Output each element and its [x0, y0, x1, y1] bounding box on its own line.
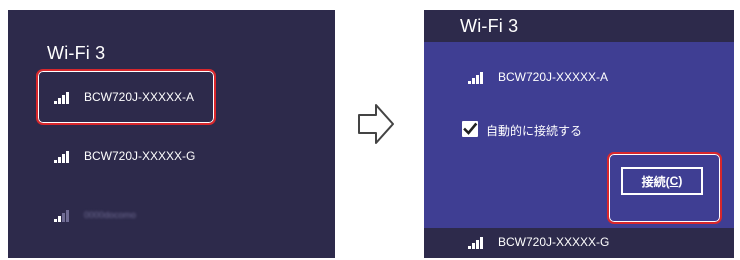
auto-connect-checkbox[interactable]: [462, 121, 478, 137]
wifi-list-panel-right: Wi-Fi 3 BCW720J-XXXXX-A 自動的に接続する 接続(C) B…: [424, 10, 734, 258]
wifi-signal-icon: [468, 235, 486, 249]
network-item-blurred[interactable]: 0000docomo: [54, 208, 136, 222]
network-name: BCW720J-XXXXX-A: [498, 70, 609, 84]
network-name-blurred: 0000docomo: [84, 210, 137, 220]
selected-network-row: BCW720J-XXXXX-A: [468, 70, 608, 84]
checkmark-icon: [463, 122, 478, 135]
wifi-list-panel-left: Wi-Fi 3 BCW720J-XXXXX-A BCW720J-XXXXX-G …: [8, 10, 335, 258]
network-item-g[interactable]: BCW720J-XXXXX-G: [54, 149, 195, 163]
selected-network-expanded[interactable]: BCW720J-XXXXX-A 自動的に接続する 接続(C): [424, 42, 734, 228]
auto-connect-label: 自動的に接続する: [486, 124, 583, 138]
wifi-signal-icon: [54, 149, 72, 163]
wifi-signal-weak-icon: [54, 208, 72, 222]
wifi-signal-icon: [468, 70, 486, 84]
network-name: BCW720J-XXXXX-G: [498, 235, 610, 249]
network-name: BCW720J-XXXXX-G: [84, 149, 196, 163]
network-item-g[interactable]: BCW720J-XXXXX-G: [468, 235, 609, 249]
wifi-section-title: Wi-Fi 3: [47, 43, 106, 63]
connect-button[interactable]: 接続(C): [621, 167, 703, 195]
right-arrow-icon: [357, 102, 395, 146]
wifi-section-title: Wi-Fi 3: [460, 16, 519, 36]
highlight-frame: [36, 69, 216, 125]
